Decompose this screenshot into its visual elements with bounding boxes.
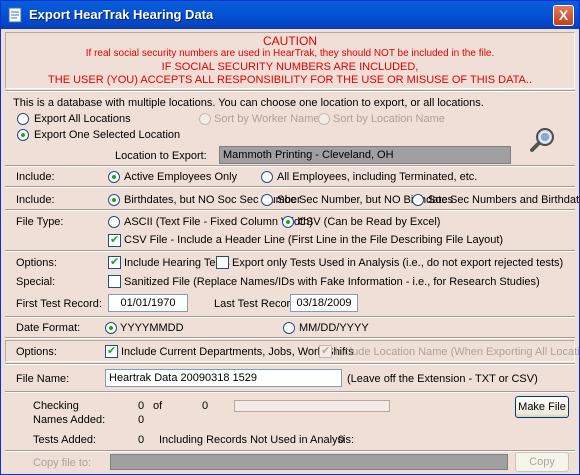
ssn-and-birthdates-radio[interactable] xyxy=(412,194,424,206)
divider xyxy=(5,363,575,365)
ssn-radio[interactable] xyxy=(261,194,273,206)
caution-line-3: THE USER (YOU) ACCEPTS ALL RESPONSIBILIT… xyxy=(48,74,532,86)
sanitized-label[interactable]: Sanitized File (Replace Names/IDs with F… xyxy=(124,276,540,288)
export-one-radio[interactable] xyxy=(17,129,29,141)
close-button[interactable]: X xyxy=(553,5,574,26)
divider xyxy=(5,450,575,452)
include-label: Include: xyxy=(16,171,55,183)
active-employees-radio[interactable] xyxy=(108,171,120,183)
csv-header-checkbox[interactable] xyxy=(108,233,121,247)
yyyymmdd-label[interactable]: YYYYMMDD xyxy=(120,322,184,334)
sort-location-radio[interactable] xyxy=(318,113,330,125)
sort-worker-label[interactable]: Sort by Worker Name xyxy=(214,113,320,125)
caution-line-1: If real social security numbers are used… xyxy=(85,48,495,59)
ascii-radio[interactable] xyxy=(108,216,120,228)
sanitized-checkbox[interactable] xyxy=(108,275,121,288)
last-test-record-label: Last Test Record: xyxy=(214,298,300,310)
include-hearing-tests-label[interactable]: Include Hearing Tests xyxy=(124,257,230,269)
include-ids-label: Include: xyxy=(16,194,55,206)
close-icon: X xyxy=(558,7,569,23)
caution-line-2: IF SOCIAL SECURITY NUMBERS ARE INCLUDED, xyxy=(161,61,419,73)
include-location-name-label[interactable]: Include Location Name (When Exporting Al… xyxy=(335,346,580,358)
tests-added-value: 0 xyxy=(138,434,145,446)
first-test-record-label: First Test Record: xyxy=(16,298,102,310)
names-added-value: 0 xyxy=(138,414,145,426)
include-hearing-tests-checkbox[interactable] xyxy=(108,255,121,269)
export-all-label[interactable]: Export All Locations xyxy=(34,113,131,125)
divider xyxy=(5,209,575,211)
divider xyxy=(5,186,575,188)
last-test-record-input[interactable]: 03/18/2009 xyxy=(290,294,358,312)
export-one-label[interactable]: Export One Selected Location xyxy=(34,129,180,141)
of-value: 0 xyxy=(202,400,209,412)
progress-bar xyxy=(234,400,390,412)
include-current-depts-checkbox[interactable] xyxy=(105,344,118,358)
export-all-radio[interactable] xyxy=(17,113,29,125)
active-employees-label[interactable]: Active Employees Only xyxy=(124,171,237,183)
csv-header-label[interactable]: CSV File - Include a Header Line (First … xyxy=(124,234,503,246)
divider xyxy=(5,316,575,318)
copy-button[interactable]: Copy xyxy=(515,452,569,472)
location-to-export-field[interactable]: Mammoth Printing - Cleveland, OH xyxy=(219,146,511,164)
options-label: Options: xyxy=(16,257,57,269)
magnifier-search-icon[interactable] xyxy=(526,126,556,156)
checking-value: 0 xyxy=(138,400,145,412)
location-to-export-label: Location to Export: xyxy=(115,150,207,162)
file-name-label: File Name: xyxy=(16,373,70,385)
names-added-label: Names Added: xyxy=(33,414,106,426)
sort-location-label[interactable]: Sort by Location Name xyxy=(333,113,445,125)
export-only-used-label[interactable]: Export only Tests Used in Analysis (i.e.… xyxy=(232,257,563,269)
ssn-and-birthdates-label[interactable]: Soc Sec Numbers and Birthdates xyxy=(428,194,580,206)
date-format-label: Date Format: xyxy=(16,322,81,334)
all-employees-label[interactable]: All Employees, including Terminated, etc… xyxy=(277,171,477,183)
all-employees-radio[interactable] xyxy=(261,171,273,183)
file-name-input[interactable]: Heartrak Data 20090318 1529 xyxy=(105,369,342,387)
mmddyyyy-label[interactable]: MM/DD/YYYY xyxy=(299,322,369,334)
tests-added-label: Tests Added: xyxy=(33,434,96,446)
file-type-label: File Type: xyxy=(16,216,64,228)
special-label: Special: xyxy=(16,276,56,288)
options-2-label: Options: xyxy=(16,346,57,358)
yyyymmdd-radio[interactable] xyxy=(105,322,117,334)
checking-label: Checking xyxy=(33,400,79,412)
birthdates-radio[interactable] xyxy=(108,194,120,206)
sort-worker-radio[interactable] xyxy=(199,113,211,125)
locations-intro: This is a database with multiple locatio… xyxy=(13,97,484,109)
divider xyxy=(5,165,575,167)
window-app-icon xyxy=(8,7,22,23)
copy-file-label: Copy file to: xyxy=(33,457,92,469)
divider xyxy=(5,90,575,92)
title-bar: Export HearTrak Hearing Data X xyxy=(1,1,579,29)
window-title: Export HearTrak Hearing Data xyxy=(29,7,214,22)
divider xyxy=(5,250,575,252)
export-only-used-checkbox[interactable] xyxy=(216,256,229,269)
of-label: of xyxy=(153,400,163,412)
file-name-hint: (Leave off the Extension - TXT or CSV) xyxy=(347,373,538,385)
first-test-record-input[interactable]: 01/01/1970 xyxy=(108,294,188,312)
make-file-button[interactable]: Make File xyxy=(515,396,569,418)
csv-radio[interactable] xyxy=(282,216,294,228)
including-records-value: 0 xyxy=(338,434,345,446)
include-location-name-checkbox[interactable] xyxy=(319,344,332,358)
birthdates-label[interactable]: Birthdates, but NO Soc Sec Number xyxy=(124,194,301,206)
csv-label[interactable]: CSV (Can be Read by Excel) xyxy=(298,216,440,228)
divider xyxy=(5,391,575,393)
ssn-label[interactable]: Soc Sec Number, but NO Birthdates xyxy=(277,194,453,206)
including-records-label: Including Records Not Used in Analysis: xyxy=(159,434,355,446)
divider xyxy=(5,337,575,339)
mmddyyyy-radio[interactable] xyxy=(283,322,295,334)
caution-heading: CAUTION xyxy=(263,34,317,48)
copy-file-field[interactable] xyxy=(110,454,508,470)
export-dialog: Export HearTrak Hearing Data X CAUTION I… xyxy=(0,0,580,475)
